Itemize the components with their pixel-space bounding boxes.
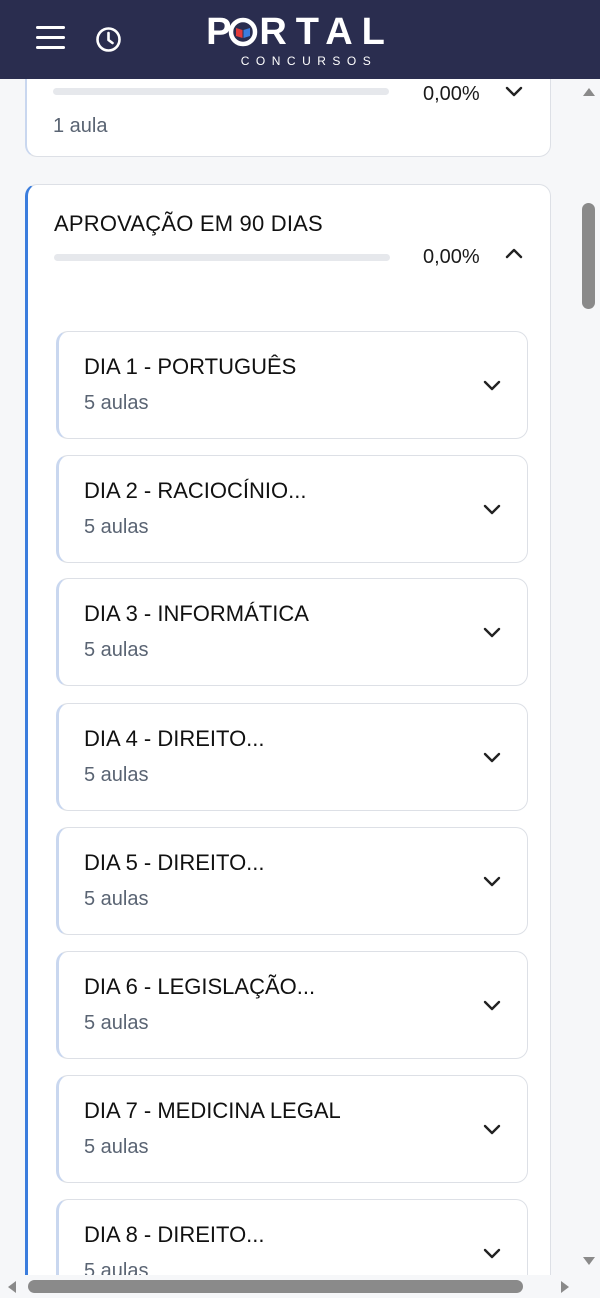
content-area: 0,00% 1 aula APROVAÇÃO EM 90 DIAS 0,00% … bbox=[0, 79, 578, 1275]
day-title: DIA 4 - DIREITO... bbox=[84, 726, 265, 751]
day-title: DIA 8 - DIREITO... bbox=[84, 1222, 265, 1247]
lesson-count: 5 aulas bbox=[84, 516, 149, 538]
day-item[interactable]: DIA 5 - DIREITO... 5 aulas bbox=[56, 827, 528, 935]
scroll-left-arrow-icon[interactable] bbox=[7, 1280, 17, 1294]
chevron-down-icon[interactable] bbox=[505, 86, 523, 98]
day-item[interactable]: DIA 3 - INFORMÁTICA 5 aulas bbox=[56, 578, 528, 686]
day-item[interactable]: DIA 7 - MEDICINA LEGAL 5 aulas bbox=[56, 1075, 528, 1183]
chevron-down-icon[interactable] bbox=[483, 1000, 501, 1012]
lesson-count: 5 aulas bbox=[84, 888, 149, 910]
top-bar: P RTAL CONCURSOS bbox=[0, 0, 600, 79]
lesson-count: 5 aulas bbox=[84, 1012, 149, 1034]
day-title: DIA 6 - LEGISLAÇÃO... bbox=[84, 974, 316, 999]
day-title: DIA 7 - MEDICINA LEGAL bbox=[84, 1098, 341, 1123]
day-title: DIA 3 - INFORMÁTICA bbox=[84, 601, 309, 626]
lesson-count: 5 aulas bbox=[84, 1136, 149, 1158]
day-item[interactable]: DIA 1 - PORTUGUÊS 5 aulas bbox=[56, 331, 528, 439]
progress-bar bbox=[54, 254, 390, 261]
progress-percent: 0,00% bbox=[423, 246, 480, 268]
day-title: DIA 5 - DIREITO... bbox=[84, 850, 265, 875]
menu-icon[interactable] bbox=[36, 26, 65, 50]
chevron-up-icon[interactable] bbox=[505, 247, 523, 259]
lesson-count: 1 aula bbox=[53, 115, 108, 137]
chevron-down-icon[interactable] bbox=[483, 627, 501, 639]
chevron-down-icon[interactable] bbox=[483, 1248, 501, 1260]
lesson-count: 5 aulas bbox=[84, 639, 149, 661]
vertical-scrollbar-thumb[interactable] bbox=[582, 203, 595, 309]
day-title: DIA 2 - RACIOCÍNIO... bbox=[84, 478, 307, 503]
module-card: APROVAÇÃO EM 90 DIAS 0,00% DIA 1 - PORTU… bbox=[25, 184, 551, 1275]
lesson-count: 5 aulas bbox=[84, 1260, 149, 1275]
vertical-scrollbar[interactable] bbox=[578, 79, 600, 1275]
chevron-down-icon[interactable] bbox=[483, 380, 501, 392]
day-item[interactable]: DIA 8 - DIREITO... 5 aulas bbox=[56, 1199, 528, 1275]
horizontal-scrollbar-thumb[interactable] bbox=[28, 1280, 523, 1293]
chevron-down-icon[interactable] bbox=[483, 1124, 501, 1136]
scroll-right-arrow-icon[interactable] bbox=[560, 1280, 570, 1294]
day-item[interactable]: DIA 2 - RACIOCÍNIO... 5 aulas bbox=[56, 455, 528, 563]
day-item[interactable]: DIA 6 - LEGISLAÇÃO... 5 aulas bbox=[56, 951, 528, 1059]
portal-logo[interactable]: P RTAL CONCURSOS bbox=[190, 12, 410, 70]
module-title: APROVAÇÃO EM 90 DIAS bbox=[54, 211, 323, 236]
chevron-down-icon[interactable] bbox=[483, 504, 501, 516]
progress-bar bbox=[53, 88, 389, 95]
chevron-down-icon[interactable] bbox=[483, 752, 501, 764]
logo-subtitle: CONCURSOS bbox=[240, 54, 378, 68]
scroll-up-arrow-icon[interactable] bbox=[582, 87, 596, 97]
clock-icon[interactable] bbox=[95, 26, 122, 53]
day-item[interactable]: DIA 4 - DIREITO... 5 aulas bbox=[56, 703, 528, 811]
previous-module-card[interactable]: 0,00% 1 aula bbox=[25, 79, 551, 157]
lesson-count: 5 aulas bbox=[84, 764, 149, 786]
scroll-down-arrow-icon[interactable] bbox=[582, 1256, 596, 1266]
progress-percent: 0,00% bbox=[423, 83, 480, 105]
chevron-down-icon[interactable] bbox=[483, 876, 501, 888]
logo-wordmark: P RTAL bbox=[206, 11, 394, 53]
lesson-count: 5 aulas bbox=[84, 392, 149, 414]
horizontal-scrollbar[interactable] bbox=[0, 1275, 600, 1298]
day-title: DIA 1 - PORTUGUÊS bbox=[84, 354, 297, 379]
logo-book-icon bbox=[228, 17, 258, 47]
